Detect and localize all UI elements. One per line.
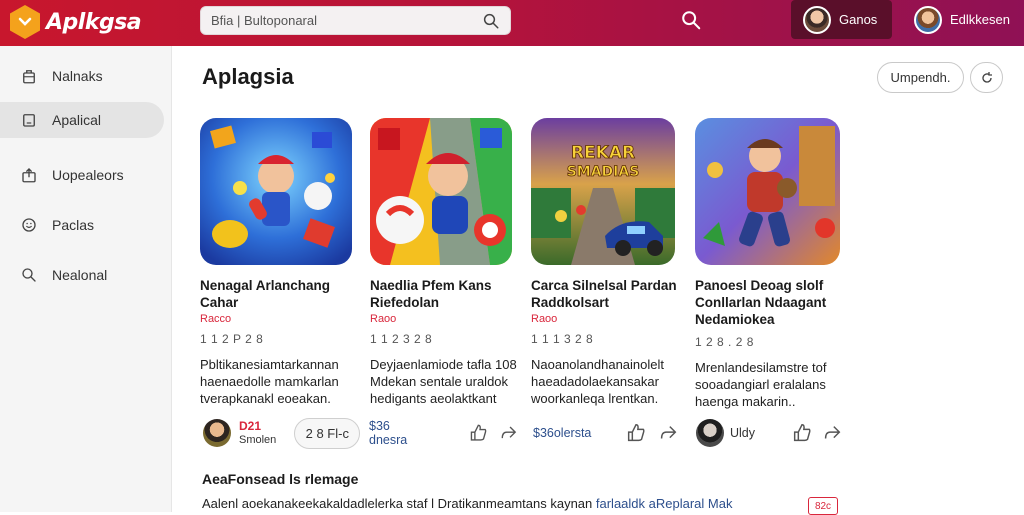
price-label[interactable]: D21	[239, 419, 276, 433]
app-logo[interactable]: Aplkgsa	[10, 5, 142, 39]
upgrade-button[interactable]: Umpendh.	[877, 62, 964, 93]
app-title[interactable]: Nenagal Arlanchang Cahar	[200, 277, 360, 311]
sidebar-item-label: Apalical	[52, 112, 102, 128]
thumbnail-title: SMADIAS	[567, 164, 640, 180]
sidebar-item-uopealeors[interactable]: Uopealeors	[0, 157, 164, 193]
user-name: Ganos	[839, 12, 878, 27]
app-developer[interactable]: Raoo	[531, 313, 691, 325]
app-meta: 1 1 1 3 2 8	[531, 332, 594, 346]
app-developer[interactable]: Racco	[200, 313, 360, 325]
section-description: Aalenl aoekanakeekakaldadlelerka staf l …	[202, 496, 732, 511]
sidebar-item-nealonal[interactable]: Nealonal	[0, 257, 164, 293]
thumbs-up-icon[interactable]	[468, 422, 489, 444]
app-description: Deyjaenlamiode tafla 108 Mdekan sentale …	[370, 357, 517, 406]
sidebar-item-apalical[interactable]: Apalical	[0, 102, 164, 138]
search-icon	[22, 268, 36, 282]
section-badge[interactable]: 82c	[808, 497, 838, 515]
user-name: Edlkkesen	[950, 12, 1010, 27]
card-actions: D21 Smolen 2 8 Fl-c	[203, 416, 363, 450]
bag-icon	[23, 70, 35, 84]
price-sub-label: Smolen	[239, 434, 277, 446]
app-description: Mrenlandesilamstre tof sooadangiarl eral…	[695, 360, 827, 409]
logo-mark-icon	[10, 5, 40, 39]
game-art-image	[200, 118, 352, 265]
refresh-button[interactable]	[970, 62, 1003, 93]
app-thumbnail[interactable]	[200, 118, 352, 265]
app-meta: 1 1 2 3 2 8	[370, 332, 433, 346]
sidebar: Nalnaks Apalical Uopealeors Paclas Nealo…	[0, 46, 172, 512]
sidebar-item-label: Nalnaks	[52, 68, 103, 84]
thumbs-up-icon[interactable]	[625, 422, 647, 444]
user-chip-active[interactable]: Ganos	[791, 0, 892, 39]
thumbs-up-icon[interactable]	[791, 422, 813, 444]
user-chip[interactable]: Edlkkesen	[902, 0, 1024, 39]
app-meta: 1 2 8 . 2 8	[695, 335, 754, 349]
app-meta: 1 1 2 P 2 8	[200, 332, 264, 346]
sidebar-item-paclas[interactable]: Paclas	[0, 207, 164, 243]
avatar[interactable]	[696, 419, 724, 447]
developer-name[interactable]: Uldy	[730, 426, 755, 440]
refresh-icon	[981, 71, 992, 83]
card-actions: Uldy	[696, 416, 846, 450]
app-description: Pbltikanesiamtarkannan haenaedolle mamka…	[200, 357, 339, 406]
share-icon[interactable]	[498, 422, 519, 444]
app-title[interactable]: Panoesl Deoag slolf Conllarlan Ndaagant …	[695, 277, 845, 328]
section-text: Aalenl aoekanakeekakaldadlelerka staf	[202, 496, 428, 511]
sidebar-item-label: Uopealeors	[52, 167, 124, 183]
sidebar-item-nalnaks[interactable]: Nalnaks	[0, 58, 164, 94]
header-search-icon[interactable]	[680, 9, 702, 31]
app-card[interactable]: Naedlia Pfem Kans Riefedolan Raoo 1 1 2 …	[370, 118, 530, 407]
upload-icon	[22, 168, 36, 183]
app-thumbnail[interactable]	[370, 118, 512, 265]
page-title: Aplagsia	[202, 64, 294, 89]
app-card[interactable]: Nenagal Arlanchang Cahar Racco 1 1 2 P 2…	[200, 118, 360, 407]
card-actions: $36olersta	[533, 416, 683, 450]
sidebar-item-label: Paclas	[52, 217, 95, 233]
app-title[interactable]: Naedlia Pfem Kans Riefedolan	[370, 277, 530, 311]
search-input[interactable]	[211, 13, 482, 28]
app-card[interactable]: REKAR SMADIAS Carca Silnelsal Pardan Rad…	[531, 118, 691, 407]
app-thumbnail[interactable]	[695, 118, 840, 265]
smile-icon	[22, 218, 36, 232]
search-bar[interactable]	[200, 6, 511, 35]
app-name: Aplkgsa	[46, 9, 142, 35]
game-art-image: REKAR SMADIAS	[531, 118, 675, 265]
app-description: Naoanolandhanainolelt haeadadolaekansaka…	[531, 357, 665, 406]
avatar	[803, 5, 831, 34]
card-actions: $36 dnesra	[369, 416, 519, 450]
install-button[interactable]: 2 8 Fl-c	[294, 417, 361, 449]
section-title: AeaFonsead ls rlemage	[202, 471, 359, 487]
section-link[interactable]: farlaaldk aReplaral Mak	[596, 496, 733, 511]
top-bar: Aplkgsa Ganos Edlkkesen	[0, 0, 1024, 46]
folder-icon	[23, 114, 35, 127]
thumbnail-title: REKAR	[571, 143, 635, 163]
app-card[interactable]: Panoesl Deoag slolf Conllarlan Ndaagant …	[695, 118, 845, 410]
app-developer[interactable]: Raoo	[370, 313, 530, 325]
sidebar-item-label: Nealonal	[52, 267, 108, 283]
share-icon[interactable]	[657, 422, 679, 444]
share-icon[interactable]	[821, 422, 843, 444]
search-icon[interactable]	[482, 12, 500, 30]
section-text: l Dratikanmeamtans kaynan	[431, 496, 593, 511]
app-thumbnail[interactable]: REKAR SMADIAS	[531, 118, 675, 265]
game-art-image	[370, 118, 512, 265]
app-title[interactable]: Carca Silnelsal Pardan Raddkolsart	[531, 277, 691, 311]
avatar[interactable]	[203, 419, 231, 447]
price-link[interactable]: $36 dnesra	[369, 419, 428, 447]
avatar	[914, 5, 942, 34]
game-art-image	[695, 118, 840, 265]
price-link[interactable]: $36olersta	[533, 426, 591, 440]
